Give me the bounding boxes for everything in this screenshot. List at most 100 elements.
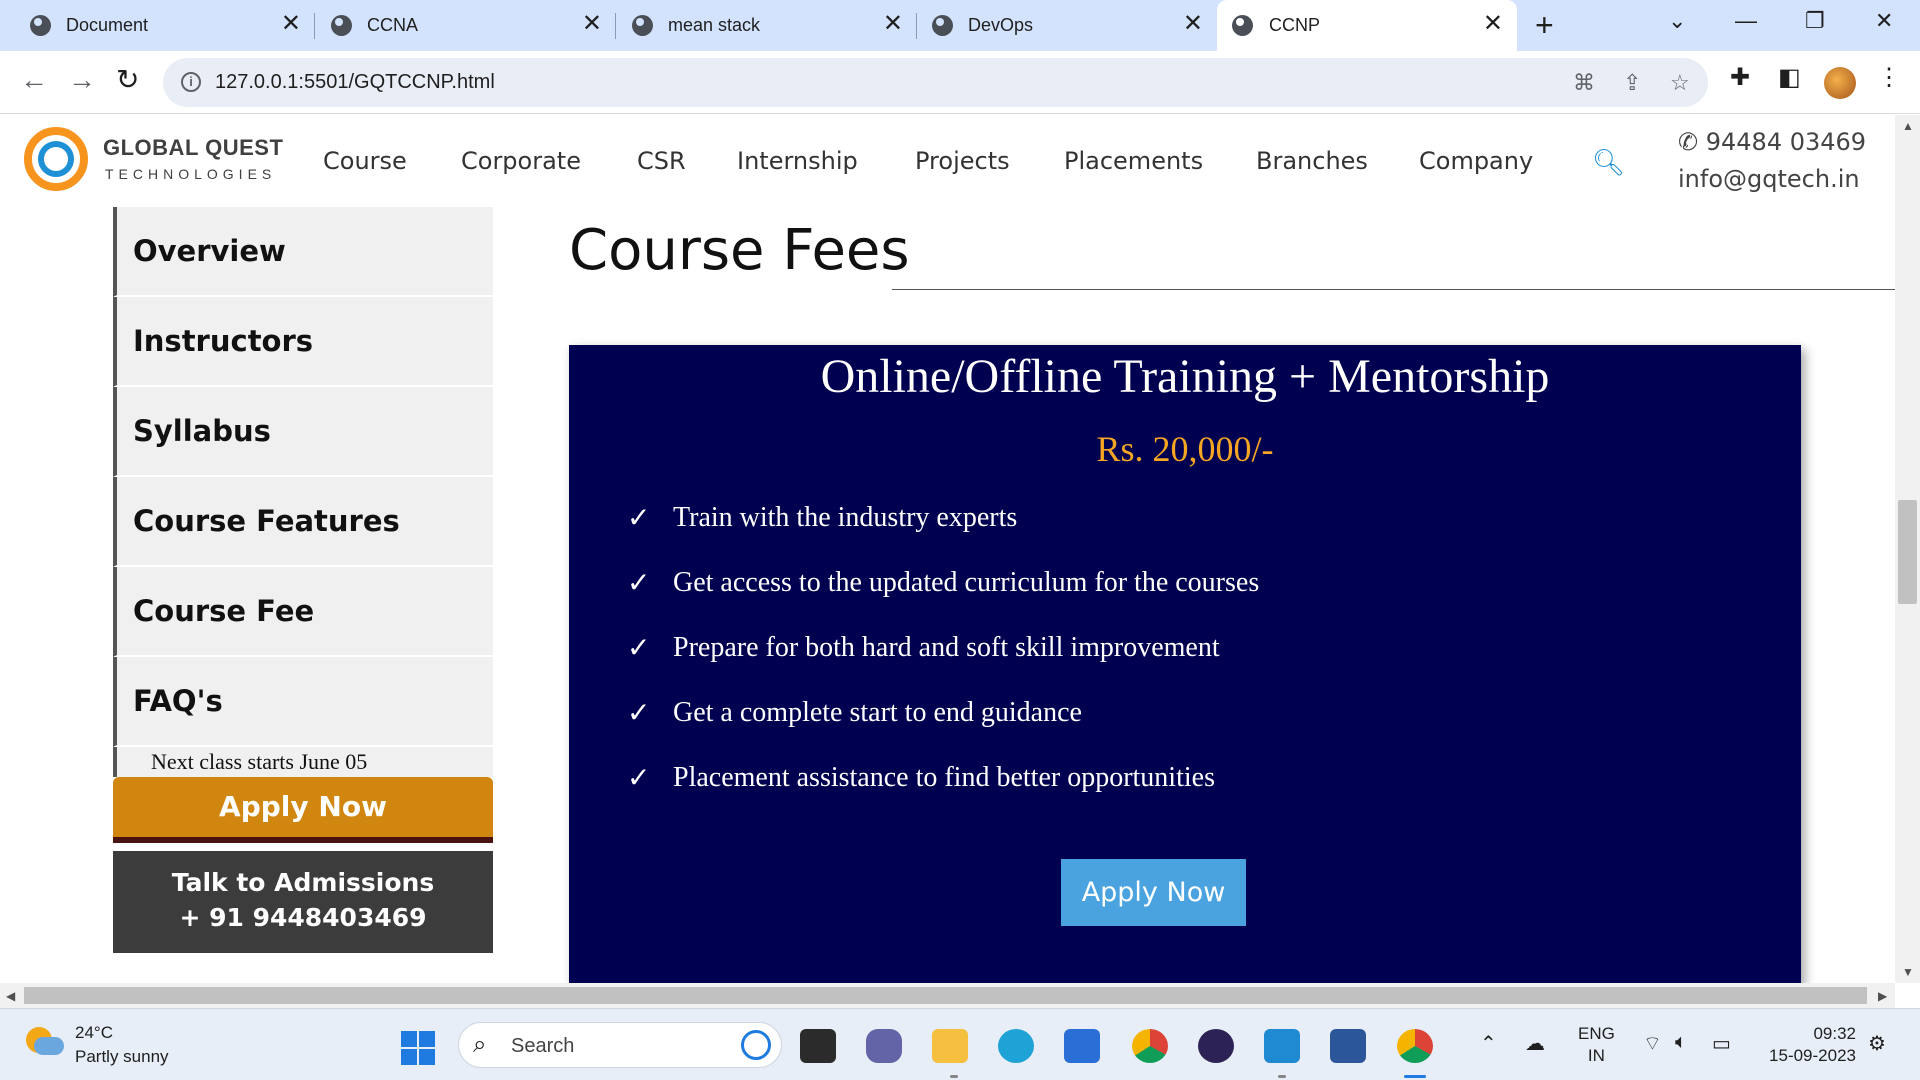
side-panel-icon[interactable]: ◧	[1778, 63, 1801, 92]
url-text[interactable]: 127.0.0.1:5501/GQTCCNP.html	[215, 71, 495, 94]
sidebar-item-syllabus[interactable]: Syllabus	[113, 387, 493, 477]
bing-icon[interactable]	[741, 1030, 771, 1060]
scroll-down-icon[interactable]: ▼	[1902, 965, 1914, 979]
nav-corporate[interactable]: Corporate	[461, 147, 581, 175]
brand-subtitle: TECHNOLOGIES	[105, 166, 277, 182]
bookmark-star-icon[interactable]: ☆	[1670, 70, 1690, 96]
browser-tab-bar: Document ✕ CCNA ✕ mean stack ✕ DevOps ✕ …	[0, 0, 1920, 51]
vertical-scroll-thumb[interactable]	[1898, 500, 1917, 604]
check-icon: ✓	[627, 632, 651, 664]
globe-icon	[632, 15, 653, 36]
nav-company[interactable]: Company	[1419, 147, 1533, 175]
horizontal-scroll-thumb[interactable]	[24, 987, 1867, 1004]
vertical-scrollbar[interactable]: ▲ ▼	[1895, 115, 1920, 983]
chrome-profile-icon[interactable]	[1397, 1029, 1433, 1063]
fee-card: Online/Offline Training + Mentorship Rs.…	[569, 345, 1801, 985]
sidebar-apply-now-button[interactable]: Apply Now	[113, 777, 493, 843]
company-logo[interactable]	[24, 127, 88, 191]
battery-icon[interactable]: ▭	[1712, 1031, 1731, 1056]
taskbar-search-box[interactable]: ⌕ Search	[458, 1022, 782, 1068]
tab-document[interactable]: Document ✕	[0, 0, 315, 51]
search-icon[interactable]: 🔍︎	[1592, 147, 1625, 178]
nav-placements[interactable]: Placements	[1064, 147, 1203, 175]
list-item: ✓ Placement assistance to find better opp…	[627, 761, 1215, 794]
nav-csr[interactable]: CSR	[637, 147, 686, 175]
nav-course[interactable]: Course	[323, 147, 407, 175]
scroll-left-icon[interactable]: ◀	[6, 989, 15, 1003]
extensions-puzzle-icon[interactable]: ✚	[1730, 63, 1750, 92]
edge-browser-icon[interactable]	[998, 1029, 1034, 1063]
new-tab-button[interactable]: +	[1535, 8, 1554, 42]
tab-ccna[interactable]: CCNA ✕	[301, 0, 616, 51]
close-tab-icon[interactable]: ✕	[1483, 12, 1503, 36]
sidebar-item-instructors[interactable]: Instructors	[113, 297, 493, 387]
nav-projects[interactable]: Projects	[915, 147, 1010, 175]
tab-ccnp[interactable]: CCNP ✕	[1217, 0, 1517, 51]
profile-avatar[interactable]	[1824, 67, 1856, 99]
contact-email[interactable]: info@gqtech.in	[1678, 165, 1860, 193]
sidebar-item-course-features[interactable]: Course Features	[113, 477, 493, 567]
language-indicator[interactable]: ENG IN	[1578, 1023, 1615, 1067]
talk-to-admissions-box[interactable]: Talk to Admissions + 91 9448403469	[113, 851, 493, 953]
volume-icon[interactable]: 🔈︎	[1675, 1031, 1687, 1054]
system-clock[interactable]: 09:32 15-09-2023	[1760, 1023, 1856, 1067]
section-title: Course Fees	[569, 218, 910, 283]
notification-icon[interactable]: ⚙	[1868, 1031, 1886, 1056]
tab-mean-stack[interactable]: mean stack ✕	[602, 0, 917, 51]
search-icon: ⌕	[473, 1031, 487, 1058]
nav-branches[interactable]: Branches	[1256, 147, 1368, 175]
tab-title: mean stack	[668, 15, 761, 35]
file-explorer-icon[interactable]	[932, 1029, 968, 1063]
globe-icon	[30, 15, 51, 36]
scroll-up-icon[interactable]: ▲	[1902, 119, 1914, 133]
onedrive-cloud-icon[interactable]: ☁	[1525, 1031, 1545, 1056]
wifi-icon[interactable]: ⌔	[1643, 1031, 1662, 1056]
menu-dots-icon[interactable]: ⋮	[1877, 63, 1901, 92]
windows-start-icon[interactable]	[401, 1031, 435, 1065]
share-icon[interactable]: ⇪	[1623, 70, 1641, 96]
sidebar-item-overview[interactable]: Overview	[113, 207, 493, 297]
globe-icon	[1232, 15, 1253, 36]
back-arrow-icon[interactable]: ←	[20, 65, 48, 95]
close-tab-icon[interactable]: ✕	[582, 12, 602, 36]
site-info-icon[interactable]: i	[181, 72, 201, 92]
microsoft-store-icon[interactable]	[1064, 1029, 1100, 1063]
weather-condition[interactable]: Partly sunny	[75, 1047, 169, 1067]
eclipse-icon[interactable]	[1198, 1029, 1234, 1063]
chrome-icon[interactable]	[1132, 1029, 1168, 1063]
address-bar[interactable]: i 127.0.0.1:5501/GQTCCNP.html ⌘ ⇪ ☆	[163, 58, 1708, 107]
weather-icon[interactable]	[26, 1027, 64, 1057]
site-header: GLOBAL QUEST TECHNOLOGIES Course Corpora…	[0, 115, 1895, 207]
tab-devops[interactable]: DevOps ✕	[902, 0, 1217, 51]
card-apply-now-button[interactable]: Apply Now	[1061, 859, 1246, 926]
list-item: ✓ Prepare for both hard and soft skill im…	[627, 631, 1220, 664]
feature-list: ✓ Train with the industry experts ✓ Get ac…	[627, 485, 1259, 810]
tab-title: Document	[66, 15, 149, 35]
close-window-icon[interactable]: ✕	[1875, 8, 1893, 34]
tab-title: CCNA	[367, 15, 419, 35]
horizontal-scrollbar[interactable]: ◀ ▶	[0, 983, 1895, 1008]
contact-phone[interactable]: ✆ 94484 03469	[1678, 128, 1866, 156]
teams-chat-icon[interactable]	[866, 1029, 902, 1063]
reload-icon[interactable]: ↻	[116, 65, 139, 95]
forward-arrow-icon[interactable]: →	[68, 65, 96, 95]
nav-internship[interactable]: Internship	[737, 147, 858, 175]
vscode-icon[interactable]	[1264, 1029, 1300, 1063]
word-icon[interactable]	[1330, 1029, 1366, 1063]
check-icon: ✓	[627, 762, 651, 794]
show-hidden-icons-chevron-icon[interactable]: ⌃	[1480, 1031, 1497, 1056]
close-tab-icon[interactable]: ✕	[883, 12, 903, 36]
weather-temperature[interactable]: 24°C	[75, 1023, 113, 1043]
scroll-right-icon[interactable]: ▶	[1878, 989, 1887, 1003]
sidebar-item-course-fee[interactable]: Course Fee	[113, 567, 493, 657]
close-tab-icon[interactable]: ✕	[1183, 12, 1203, 36]
close-tab-icon[interactable]: ✕	[281, 12, 301, 36]
tab-search-icon[interactable]: ⌄	[1668, 8, 1686, 34]
admissions-phone: + 91 9448403469	[179, 903, 427, 932]
next-class-notice: Next class starts June 05	[113, 747, 493, 777]
minimize-icon[interactable]: —	[1735, 8, 1757, 34]
task-view-icon[interactable]	[800, 1029, 836, 1063]
translate-icon[interactable]: ⌘	[1573, 70, 1595, 96]
restore-icon[interactable]: ❐	[1805, 8, 1825, 34]
sidebar-item-faqs[interactable]: FAQ's	[113, 657, 493, 747]
